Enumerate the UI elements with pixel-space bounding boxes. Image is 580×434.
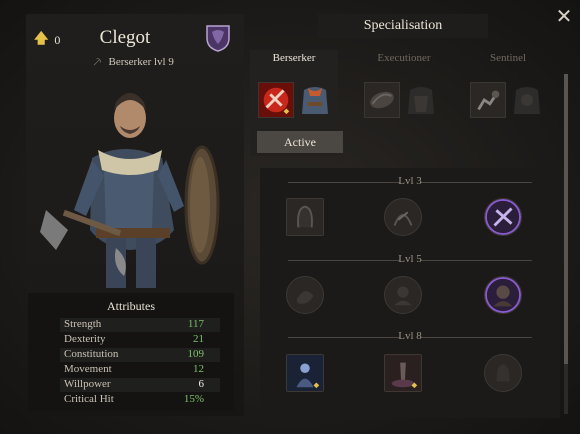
attribute-name: Critical Hit (64, 393, 114, 405)
attribute-value: 15% (183, 393, 204, 405)
skill-node-lvl5-2[interactable] (384, 276, 422, 314)
specialisation-panel: Specialisation Berserker Active Executio… (246, 10, 572, 418)
level-label-8: Lvl 8 (398, 330, 422, 342)
skill-node-lvl5-1[interactable] (286, 276, 324, 314)
skill-node-lvl8-3[interactable] (484, 354, 522, 392)
attribute-name: Constitution (64, 348, 119, 360)
arrow-up-icon: 🡅 (34, 32, 49, 47)
character-class-label: Berserker lvl 9 (108, 55, 174, 68)
level-label-5: Lvl 5 (398, 253, 422, 265)
tab-label: Sentinel (489, 52, 527, 64)
attribute-row-willpower: Willpower 6 (60, 378, 220, 392)
axe-icon: ⸕ (92, 55, 103, 70)
attribute-row-constitution: Constitution 109 (60, 348, 220, 362)
skill-node-lvl8-2[interactable] (384, 354, 422, 392)
attribute-name: Dexterity (64, 333, 106, 345)
attribute-value: 12 (193, 363, 204, 375)
tab-executioner[interactable]: Executioner (360, 50, 448, 156)
attribute-row-movement: Movement 12 (60, 363, 220, 377)
level-label-3: Lvl 3 (398, 175, 422, 187)
attribute-value: 117 (187, 318, 204, 330)
executioner-armor-icon (408, 87, 434, 114)
skill-node-lvl3-2[interactable] (384, 198, 422, 236)
attributes-title: Attributes (107, 299, 155, 313)
game-window: 🡅 0 Clegot ⸕ Berserker lvl 9 Attributes … (0, 0, 580, 434)
attribute-row-dexterity: Dexterity 21 (60, 333, 220, 347)
active-badge: Active (257, 131, 343, 153)
attribute-value: 21 (193, 333, 204, 345)
perk-points-value: 0 (54, 32, 61, 47)
close-icon: ✕ (555, 4, 573, 28)
close-button[interactable]: ✕ (554, 6, 574, 26)
attribute-name: Movement (64, 363, 112, 375)
sentinel-armor-icon (514, 87, 540, 114)
attribute-name: Willpower (64, 378, 111, 390)
sentinel-skill-icon[interactable] (470, 82, 506, 118)
attribute-row-critical-hit: Critical Hit 15% (60, 393, 220, 407)
skill-node-lvl3-1[interactable] (286, 198, 324, 236)
skill-node-lvl3-3[interactable] (484, 198, 522, 236)
berserker-skill-icon[interactable] (258, 82, 294, 118)
attribute-row-strength: Strength 117 (60, 318, 220, 332)
character-class: ⸕ Berserker lvl 9 (92, 52, 174, 71)
attribute-name: Strength (64, 318, 102, 330)
skill-node-lvl8-1[interactable] (286, 354, 324, 392)
skill-tree: Lvl 3 Lvl 5 Lvl 8 (260, 168, 560, 418)
character-name: Clegot (99, 27, 151, 48)
specialisation-title: Specialisation (318, 14, 488, 38)
perk-points: 🡅 0 (34, 28, 60, 52)
shield-crest-icon[interactable] (205, 24, 231, 52)
attribute-value: 6 (198, 378, 205, 390)
berserker-armor-icon (302, 87, 328, 114)
attribute-value: 109 (187, 348, 205, 360)
scrollbar-thumb[interactable] (564, 74, 568, 364)
tab-sentinel[interactable]: Sentinel (464, 50, 552, 156)
character-portrait (40, 93, 220, 288)
tab-label: Berserker (272, 52, 316, 64)
skill-node-lvl5-3[interactable] (484, 276, 522, 314)
executioner-skill-icon[interactable] (364, 82, 400, 118)
tab-label: Executioner (377, 52, 431, 64)
